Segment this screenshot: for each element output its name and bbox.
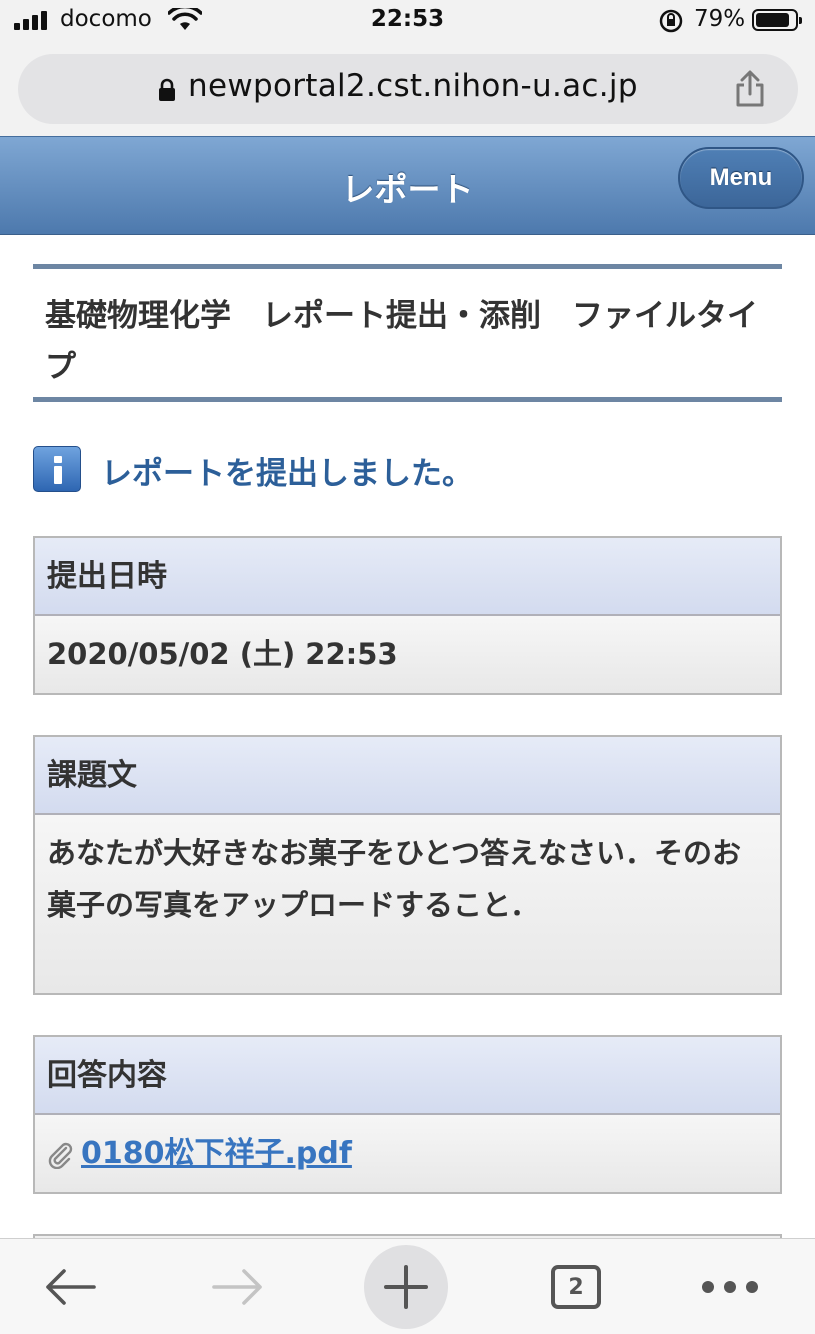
attachment-link[interactable]: 0180松下祥子.pdf (81, 1136, 352, 1171)
back-arrow-icon (46, 1269, 96, 1305)
browser-toolbar: 2 (0, 1238, 815, 1334)
panel-heading: 提出日時 (35, 538, 780, 616)
menu-button[interactable]: Menu (678, 147, 804, 209)
paperclip-icon (48, 1142, 73, 1169)
notice-message: レポートを提出しました。 (101, 456, 473, 492)
course-title-block: 基礎物理化学 レポート提出・添削 ファイルタイプ (33, 264, 782, 402)
battery-icon (752, 9, 802, 31)
url-text: newportal2.cst.nihon-u.ac.jp (188, 68, 638, 104)
course-title: 基礎物理化学 レポート提出・添削 ファイルタイプ (45, 298, 758, 385)
assignment-panel: 課題文 あなたが大好きなお菓子をひとつ答えなさい．そのお菓子の写真をアップロード… (33, 735, 782, 995)
answer-panel: 回答内容 0180松下祥子.pdf (33, 1035, 782, 1194)
more-icon (702, 1281, 758, 1293)
status-bar: docomo 22:53 79% (0, 0, 815, 42)
tabs-button[interactable]: 2 (528, 1239, 624, 1334)
submission-datetime-panel: 提出日時 2020/05/02 (土) 22:53 (33, 536, 782, 695)
panel-heading: 課題文 (35, 737, 780, 815)
info-icon (33, 446, 81, 492)
share-icon[interactable] (734, 70, 766, 108)
panel-heading: 回答内容 (35, 1037, 780, 1115)
battery-percentage: 79% (694, 6, 746, 32)
forward-arrow-icon (212, 1269, 262, 1305)
lock-icon (159, 78, 175, 101)
more-button[interactable] (682, 1239, 778, 1334)
address-bar[interactable]: newportal2.cst.nihon-u.ac.jp (18, 54, 798, 124)
tab-count: 2 (551, 1265, 601, 1309)
clock: 22:53 (370, 6, 445, 32)
submission-datetime-value: 2020/05/02 (土) 22:53 (35, 616, 780, 693)
rotation-lock-icon (659, 9, 683, 33)
browser-address-area: newportal2.cst.nihon-u.ac.jp (0, 42, 815, 136)
plus-icon (384, 1265, 428, 1309)
app-header: レポート Menu (0, 136, 815, 235)
new-tab-button[interactable] (358, 1239, 454, 1334)
back-button[interactable] (22, 1239, 118, 1334)
assignment-text: あなたが大好きなお菓子をひとつ答えなさい．そのお菓子の写真をアップロードすること… (35, 815, 780, 993)
answer-body: 0180松下祥子.pdf (35, 1115, 780, 1192)
forward-button[interactable] (190, 1239, 286, 1334)
